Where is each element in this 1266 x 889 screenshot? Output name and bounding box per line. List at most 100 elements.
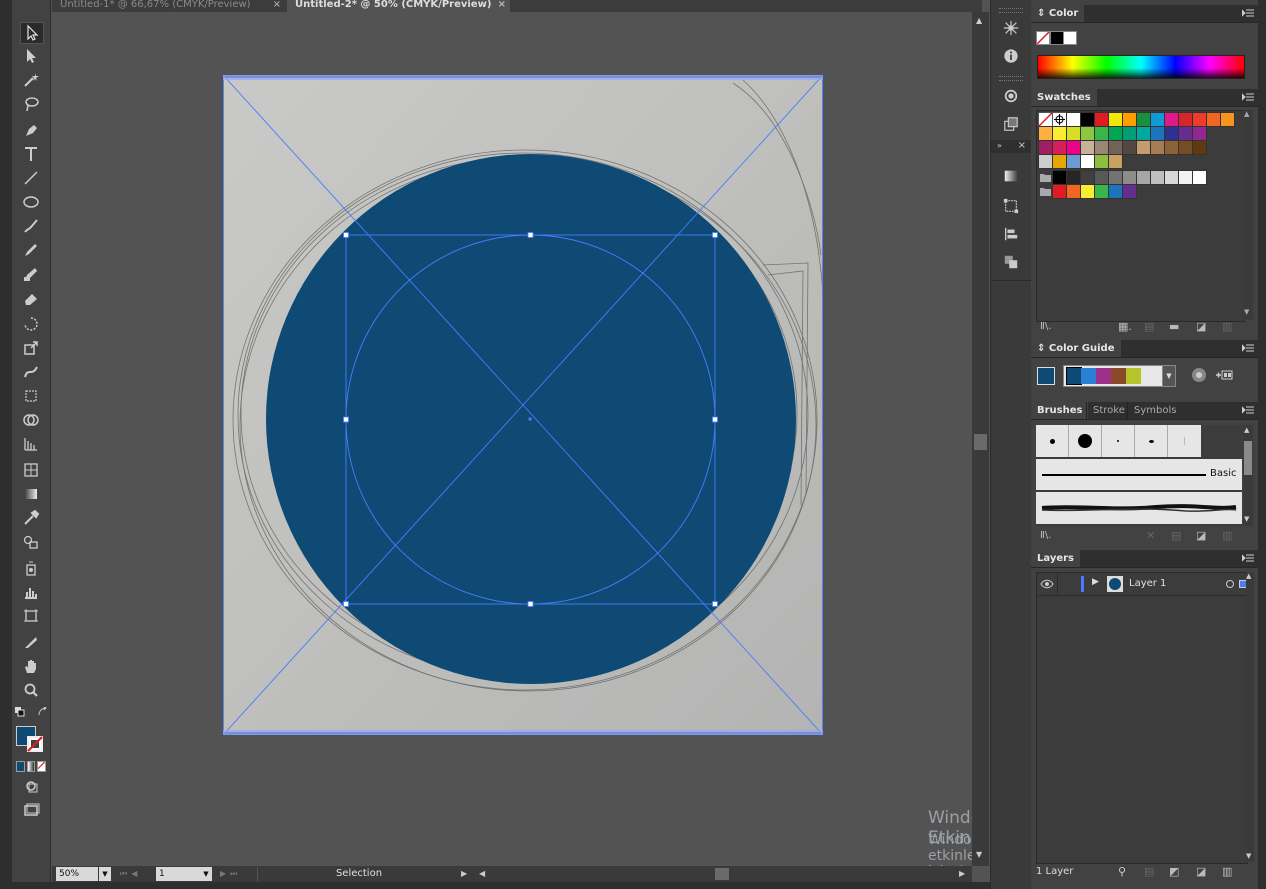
tab-symbols[interactable]: Symbols (1127, 402, 1182, 419)
black-color-swatch[interactable] (1050, 31, 1064, 45)
new-color-group-icon[interactable]: ▬ (1169, 320, 1179, 333)
color-swatch[interactable] (1052, 170, 1067, 185)
swatches-scrollbar[interactable]: ▲ ▼ (1243, 110, 1253, 320)
horizontal-scroll-thumb[interactable] (715, 868, 729, 880)
canvas-area[interactable]: Windows'u Etkinleştir Windows'u etkinleş… (52, 12, 972, 866)
color-swatch[interactable] (1066, 112, 1081, 127)
transparency-icon[interactable] (1001, 114, 1021, 134)
white-color-swatch[interactable] (1063, 31, 1077, 45)
color-swatch[interactable] (1038, 126, 1053, 141)
color-swatch[interactable] (1136, 140, 1151, 155)
pen-tool-icon[interactable] (20, 120, 42, 140)
zoom-tool-icon[interactable] (20, 680, 42, 700)
selection-tool-icon[interactable] (20, 22, 44, 44)
make-clipping-mask-icon[interactable]: ▤ (1144, 865, 1154, 878)
brushes-list[interactable]: Basic (1036, 425, 1242, 526)
harmony-color-swatch[interactable] (1111, 368, 1126, 384)
draw-mode-icon[interactable] (20, 776, 42, 796)
new-sublayer-icon[interactable]: ◩ (1169, 865, 1179, 878)
pathfinder-icon[interactable] (1001, 252, 1021, 272)
color-swatch[interactable] (1066, 154, 1081, 169)
color-swatch[interactable] (1094, 154, 1109, 169)
color-swatch[interactable] (1178, 140, 1193, 155)
new-brush-icon[interactable]: ◪ (1196, 529, 1206, 542)
swatch-libraries-icon[interactable]: Ⅱ\. (1040, 321, 1051, 332)
save-color-group-icon[interactable] (1215, 368, 1233, 382)
brush-options-icon[interactable]: ▤ (1171, 529, 1181, 542)
color-swatch[interactable] (1108, 140, 1123, 155)
registration-swatch[interactable] (1052, 112, 1067, 127)
swatches-panel-header[interactable]: Swatches (1031, 89, 1258, 107)
color-swatch[interactable] (1052, 126, 1067, 141)
color-swatch[interactable] (1122, 170, 1137, 185)
panel-menu-icon[interactable] (1242, 553, 1254, 563)
blob-brush-icon[interactable] (20, 264, 42, 284)
mesh-tool-icon[interactable] (20, 460, 42, 480)
color-swatch[interactable] (1178, 170, 1193, 185)
layer-name[interactable]: Layer 1 (1129, 578, 1166, 589)
color-swatch[interactable] (1192, 170, 1207, 185)
zoom-level-field[interactable]: 50% (56, 867, 98, 881)
type-tool-icon[interactable] (20, 144, 42, 164)
color-swatch[interactable] (1136, 112, 1151, 127)
magic-wand-icon[interactable] (20, 70, 42, 90)
artwork[interactable] (222, 74, 824, 736)
color-swatch[interactable] (1150, 112, 1165, 127)
color-swatch[interactable] (1094, 140, 1109, 155)
default-colors-icon[interactable] (15, 707, 25, 717)
color-swatch[interactable] (1080, 154, 1095, 169)
stroke-color-swatch[interactable] (27, 736, 43, 752)
eyedropper-icon[interactable] (20, 508, 42, 528)
next-last-artboard-icons[interactable]: ▶⏭ (220, 869, 241, 879)
warp-tool-icon[interactable] (20, 362, 42, 382)
delete-layer-icon[interactable]: ▥ (1222, 865, 1232, 878)
color-swatch[interactable] (1136, 170, 1151, 185)
first-prev-artboard-icons[interactable]: ⏮◀ (120, 869, 141, 879)
color-swatch[interactable] (1150, 140, 1165, 155)
color-swatch[interactable] (1080, 170, 1095, 185)
color-swatch[interactable] (1052, 184, 1067, 199)
color-wheel-icon[interactable] (1191, 367, 1207, 383)
color-swatch[interactable] (1108, 170, 1123, 185)
panel-menu-icon[interactable] (1242, 92, 1254, 102)
tab-brushes[interactable]: Brushes (1031, 402, 1089, 419)
scroll-right-icon[interactable]: ▶ (959, 869, 965, 878)
color-swatch[interactable] (1164, 170, 1179, 185)
panel-menu-icon[interactable] (1242, 343, 1254, 353)
vertical-scrollbar[interactable]: ▲ ▼ (972, 12, 989, 866)
harmony-color-swatch[interactable] (1066, 367, 1082, 385)
panel-menu-icon[interactable] (1242, 8, 1254, 18)
color-group-folder-icon[interactable] (1039, 171, 1052, 184)
color-swatch[interactable] (1052, 154, 1067, 169)
tab-untitled-1[interactable]: Untitled-1* @ 66,67% (CMYK/Preview) × (52, 0, 285, 12)
gradient-tool-icon[interactable] (20, 484, 42, 504)
shape-builder-icon[interactable] (20, 410, 42, 430)
color-panel-header[interactable]: ⇕ Color (1031, 5, 1258, 23)
layers-scrollbar[interactable]: ▲ ▼ (1246, 572, 1254, 862)
color-swatch[interactable] (1066, 126, 1081, 141)
color-swatch[interactable] (1122, 112, 1137, 127)
calligraphic-brushes[interactable] (1036, 425, 1201, 457)
color-swatch[interactable] (1164, 126, 1179, 141)
brush-libraries-icon[interactable]: Ⅱ\. (1040, 530, 1051, 541)
color-swatch[interactable] (1094, 126, 1109, 141)
none-color-swatch[interactable] (1036, 31, 1050, 45)
layers-panel-header[interactable]: Layers (1031, 550, 1258, 568)
harmony-color-swatch[interactable] (1126, 368, 1141, 384)
color-swatch[interactable] (1122, 126, 1137, 141)
color-swatch[interactable] (1192, 140, 1207, 155)
color-swatch[interactable] (1108, 184, 1123, 199)
color-swatch[interactable] (1136, 126, 1151, 141)
gradient-panel-icon[interactable] (1001, 166, 1021, 186)
color-swatch[interactable] (1066, 170, 1081, 185)
scroll-up-icon[interactable]: ▲ (976, 16, 982, 25)
locate-object-icon[interactable]: ⚲ (1118, 865, 1126, 878)
color-swatch[interactable] (1052, 140, 1067, 155)
color-swatch[interactable] (1108, 112, 1123, 127)
scroll-down-icon[interactable]: ▼ (976, 850, 982, 859)
slice-tool-icon[interactable] (20, 632, 42, 652)
transform-panel-icon[interactable] (1001, 196, 1021, 216)
color-group-folder-icon[interactable] (1039, 185, 1052, 198)
color-swatch[interactable] (1108, 126, 1123, 141)
color-swatch[interactable] (1206, 112, 1221, 127)
